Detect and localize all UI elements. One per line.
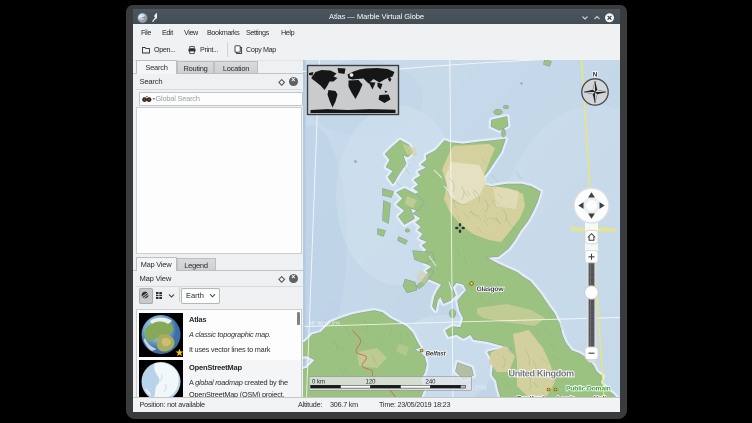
svg-text:0 km: 0 km bbox=[312, 379, 325, 385]
svg-text:United Kingdom: United Kingdom bbox=[508, 368, 574, 378]
svg-text:Belfast: Belfast bbox=[425, 350, 446, 357]
svg-text:120: 120 bbox=[365, 379, 376, 385]
svg-text:55° 00' 00.0"N: 55° 00' 00.0"N bbox=[309, 320, 340, 326]
svg-text:N: N bbox=[592, 72, 596, 78]
svg-text:Glasgow: Glasgow bbox=[476, 286, 504, 293]
svg-text:240: 240 bbox=[425, 379, 436, 385]
svg-text:0.0°W: 0.0°W bbox=[470, 386, 487, 392]
svg-text:Public Domain: Public Domain bbox=[566, 385, 611, 392]
